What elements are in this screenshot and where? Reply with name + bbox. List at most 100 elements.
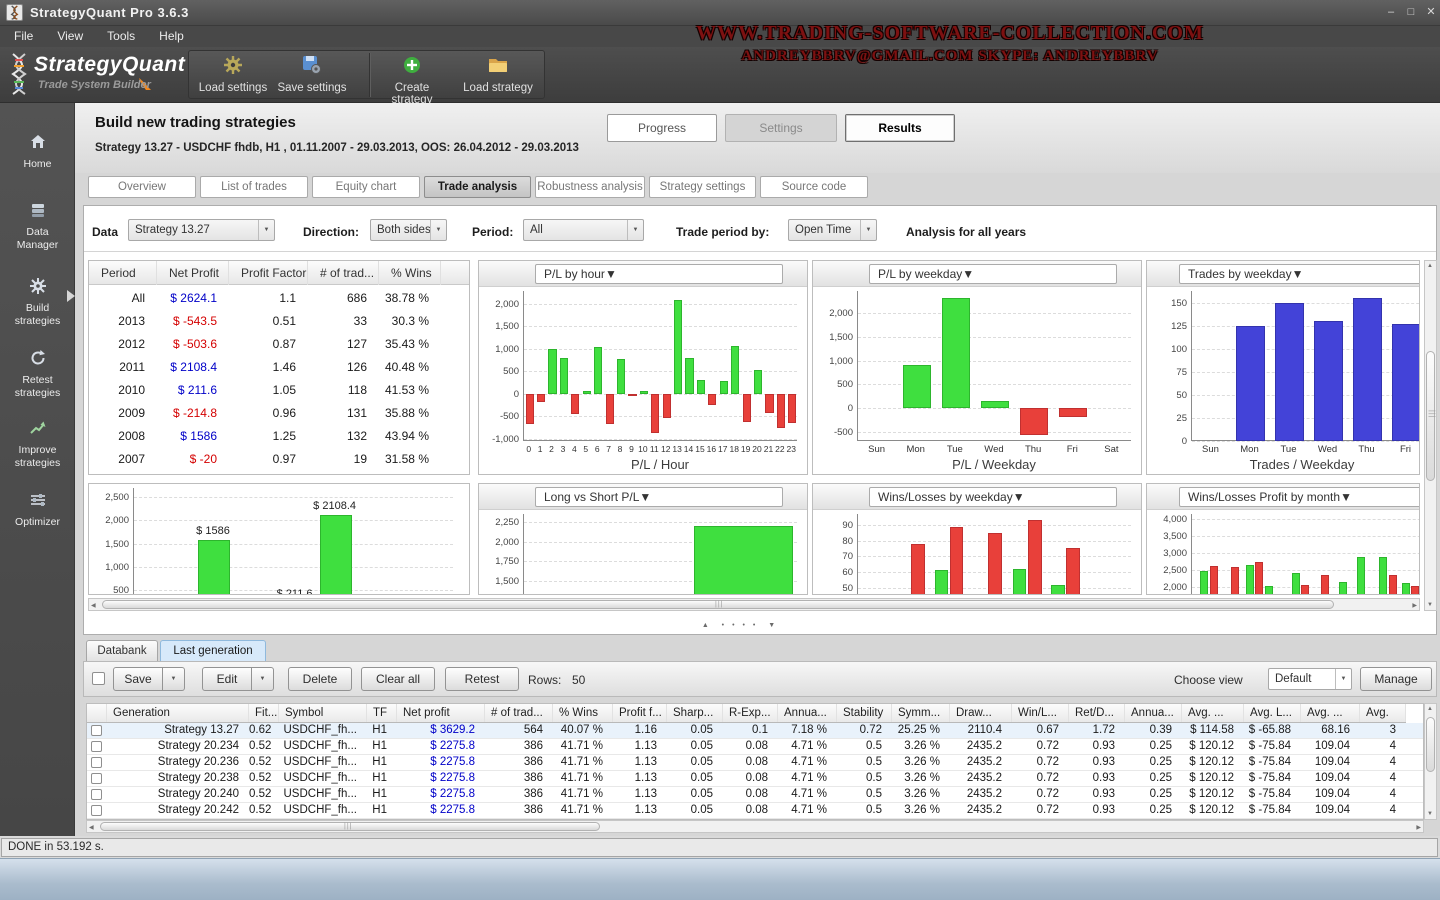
tab-strategy-settings[interactable]: Strategy settings	[649, 176, 756, 198]
column-header[interactable]: Generation	[107, 704, 249, 722]
databank-tab-databank[interactable]: Databank	[86, 640, 158, 661]
manage-button[interactable]: Manage	[1360, 667, 1432, 691]
sidebar-item-optimizer[interactable]: Optimizer	[0, 491, 75, 529]
row-checkbox[interactable]	[91, 725, 102, 736]
column-header[interactable]: % Wins	[379, 261, 441, 285]
scroll-right-icon[interactable]: ▶	[1416, 824, 1421, 831]
column-header[interactable]: Annua...	[778, 704, 837, 722]
scroll-down-icon[interactable]: ▼	[1427, 811, 1433, 817]
direction-select[interactable]: Both sides▼	[370, 219, 447, 241]
maximize-button[interactable]: □	[1402, 5, 1420, 20]
column-header[interactable]: Sharp...	[667, 704, 723, 722]
analysis-vertical-scrollbar[interactable]: ▲ ||| ▼	[1424, 260, 1437, 611]
scroll-up-icon[interactable]: ▲	[1427, 706, 1433, 712]
sidebar-item-home[interactable]: Home	[0, 133, 75, 171]
sidebar-item-improve-strategies[interactable]: Improvestrategies	[0, 419, 75, 469]
databank-vertical-scrollbar[interactable]: ▲ ▼	[1424, 703, 1437, 820]
row-checkbox[interactable]	[91, 741, 102, 752]
table-row[interactable]: Strategy 20.2400.52USDCHF_fh...H1$ 2275.…	[87, 787, 1424, 803]
load-strategy-button[interactable]: Load strategy	[459, 53, 537, 97]
chart-type-select[interactable]: Wins/Losses Profit by month▼	[1179, 487, 1420, 507]
sidebar-item-build-strategies[interactable]: Buildstrategies	[0, 277, 75, 327]
close-button[interactable]: ✕	[1422, 5, 1440, 20]
table-row[interactable]: Strategy 13.270.62USDCHF_fh...H1$ 3629.2…	[87, 723, 1424, 739]
tab-equity-chart[interactable]: Equity chart	[312, 176, 420, 198]
tab-robustness-analysis[interactable]: Robustness analysis	[535, 176, 645, 198]
period-select[interactable]: All▼	[523, 219, 644, 241]
column-header[interactable]: Net profit	[397, 704, 485, 722]
column-header[interactable]: Annua...	[1125, 704, 1182, 722]
row-checkbox[interactable]	[91, 805, 102, 816]
column-header[interactable]: Ret/D...	[1069, 704, 1125, 722]
create-strategy-button[interactable]: Create strategy	[373, 53, 451, 97]
minimize-button[interactable]: –	[1382, 5, 1400, 20]
row-checkbox[interactable]	[91, 789, 102, 800]
select-all-checkbox[interactable]	[92, 672, 105, 685]
retest-button[interactable]: Retest	[445, 667, 519, 691]
data-select[interactable]: Strategy 13.27▼	[128, 219, 275, 241]
table-row[interactable]: Strategy 20.2360.52USDCHF_fh...H1$ 2275.…	[87, 755, 1424, 771]
column-header[interactable]: Symm...	[892, 704, 950, 722]
trade-period-select[interactable]: Open Time▼	[788, 219, 877, 241]
settings-button[interactable]: Settings	[725, 114, 837, 142]
chart-type-select[interactable]: P/L by hour▼	[535, 264, 783, 284]
tab-overview[interactable]: Overview	[88, 176, 196, 198]
chart-type-select[interactable]: P/L by weekday▼	[869, 264, 1117, 284]
clear-all-button[interactable]: Clear all	[361, 667, 435, 691]
scroll-up-icon[interactable]: ▲	[1427, 263, 1433, 269]
sidebar-item-data-manager[interactable]: DataManager	[0, 201, 75, 251]
edit-button[interactable]: Edit	[202, 667, 252, 691]
load-settings-button[interactable]: Load settings	[194, 53, 272, 97]
save-settings-button[interactable]: Save settings	[273, 53, 351, 97]
column-header[interactable]: Avg. L...	[1244, 704, 1301, 722]
column-header[interactable]: Fit...	[249, 704, 279, 722]
delete-button[interactable]: Delete	[288, 667, 352, 691]
scrollbar-thumb[interactable]: |||	[102, 600, 1334, 609]
row-checkbox[interactable]	[91, 773, 102, 784]
table-row[interactable]: Strategy 20.2340.52USDCHF_fh...H1$ 2275.…	[87, 739, 1424, 755]
column-header[interactable]: R-Exp...	[723, 704, 778, 722]
column-header[interactable]: Win/L...	[1012, 704, 1069, 722]
save-dropdown-button[interactable]: ▼	[163, 667, 185, 691]
column-header[interactable]: Avg.	[1360, 704, 1406, 722]
tab-source-code[interactable]: Source code	[760, 176, 868, 198]
column-header[interactable]: Stability	[837, 704, 892, 722]
menu-file[interactable]: File	[4, 26, 43, 46]
table-row[interactable]: Strategy 20.2420.52USDCHF_fh...H1$ 2275.…	[87, 803, 1424, 819]
scrollbar-thumb[interactable]: |||	[1426, 351, 1435, 481]
databank-horizontal-scrollbar[interactable]: ◀ ||| ▶	[86, 820, 1424, 833]
results-button[interactable]: Results	[845, 114, 955, 142]
tab-list-of-trades[interactable]: List of trades	[200, 176, 308, 198]
scroll-down-icon[interactable]: ▼	[1427, 602, 1433, 608]
column-header[interactable]: % Wins	[553, 704, 613, 722]
edit-dropdown-button[interactable]: ▼	[252, 667, 274, 691]
column-header[interactable]: # of trad...	[308, 261, 379, 285]
column-header[interactable]: # of trad...	[485, 704, 553, 722]
scroll-left-icon[interactable]: ◀	[89, 824, 94, 831]
menu-view[interactable]: View	[47, 26, 93, 46]
tab-trade-analysis[interactable]: Trade analysis	[424, 176, 531, 198]
column-header[interactable]: Draw...	[950, 704, 1012, 722]
table-row[interactable]: Strategy 20.2380.52USDCHF_fh...H1$ 2275.…	[87, 771, 1424, 787]
column-header[interactable]: Profit f...	[613, 704, 667, 722]
panel-splitter[interactable]: ▲ • • • • ▼	[670, 622, 810, 634]
scrollbar-thumb[interactable]	[1426, 717, 1435, 772]
scroll-left-icon[interactable]: ◀	[91, 602, 96, 609]
column-header[interactable]: Avg. ...	[1182, 704, 1244, 722]
column-header[interactable]: Net Profit	[157, 261, 229, 285]
view-select[interactable]: Default▼	[1268, 668, 1352, 690]
chart-type-select[interactable]: Wins/Losses by weekday▼	[869, 487, 1117, 507]
column-header[interactable]: TF	[367, 704, 397, 722]
chart-type-select[interactable]: Trades by weekday▼	[1179, 264, 1420, 284]
scrollbar-thumb[interactable]: |||	[100, 822, 600, 831]
menu-help[interactable]: Help	[149, 26, 194, 46]
databank-tab-last-generation[interactable]: Last generation	[160, 640, 266, 661]
analysis-horizontal-scrollbar[interactable]: ◀ ||| ▶	[88, 598, 1420, 611]
progress-button[interactable]: Progress	[607, 114, 717, 142]
sidebar-item-retest-strategies[interactable]: Reteststrategies	[0, 349, 75, 399]
column-header[interactable]: Avg. ...	[1301, 704, 1360, 722]
scroll-right-icon[interactable]: ▶	[1412, 602, 1417, 609]
menu-tools[interactable]: Tools	[97, 26, 145, 46]
column-header[interactable]: Profit Factor	[229, 261, 308, 285]
column-header[interactable]: Period	[89, 261, 157, 285]
